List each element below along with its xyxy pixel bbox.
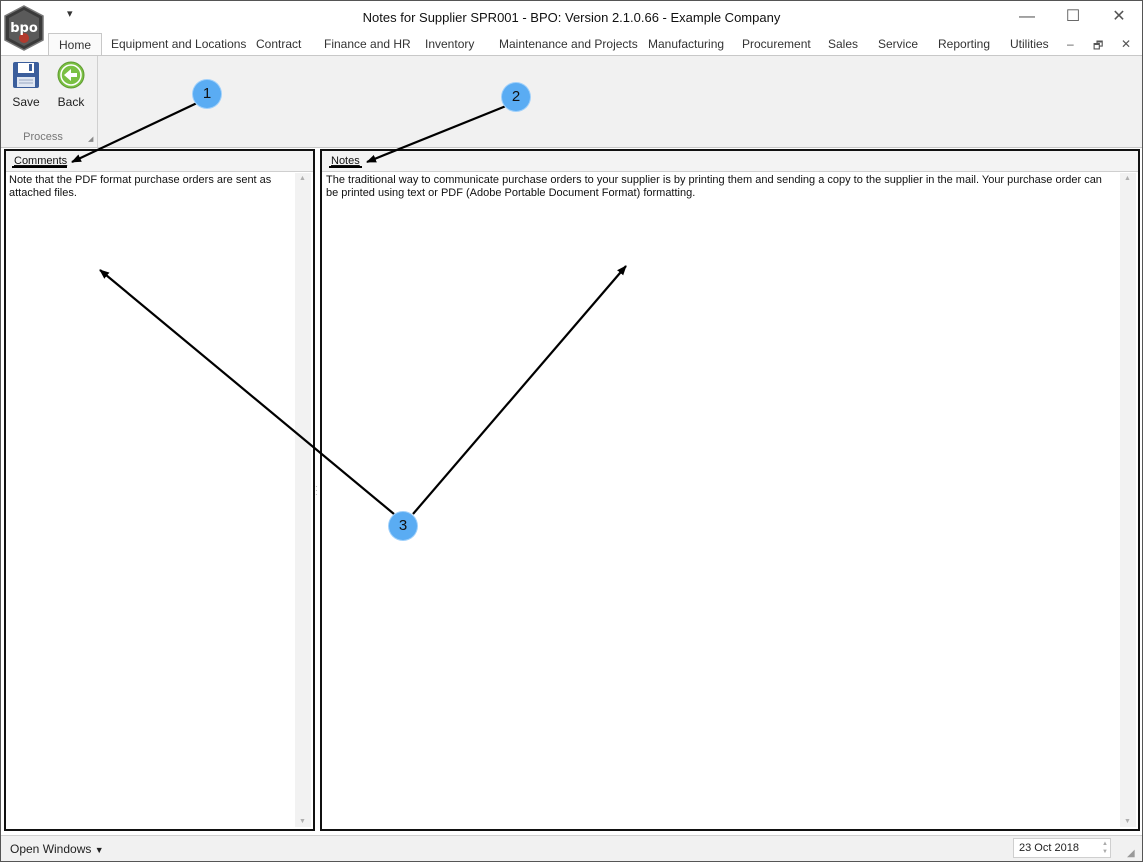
date-value: 23 Oct 2018 [1019, 842, 1079, 854]
back-button[interactable]: Back [51, 60, 91, 109]
window-title: Notes for Supplier SPR001 - BPO: Version… [362, 10, 781, 25]
back-button-label: Back [57, 95, 85, 109]
tab-finance-and-hr[interactable]: Finance and HR [324, 37, 411, 51]
notes-title: Notes [331, 155, 360, 167]
ribbon-tabs: Home Equipment and Locations Contract Fi… [1, 33, 1142, 56]
bpo-logo-icon[interactable]: bpo [3, 5, 45, 51]
ribbon: Save Back Process ◢ [1, 55, 1142, 148]
comments-textarea[interactable]: Note that the PDF format purchase orders… [9, 174, 291, 200]
scroll-up-icon[interactable]: ▲ [1124, 175, 1131, 182]
save-button-label: Save [12, 95, 40, 109]
ribbon-group-label: Process [23, 131, 63, 143]
comments-title: Comments [14, 155, 68, 167]
title-bar: ▾ Notes for Supplier SPR001 - BPO: Versi… [1, 1, 1142, 33]
minimize-button[interactable]: — [1004, 5, 1050, 31]
ribbon-group-process: Save Back Process ◢ [1, 56, 98, 147]
scroll-up-icon[interactable]: ▲ [299, 175, 306, 182]
callout-badge: 1 [193, 80, 221, 108]
chevron-down-icon: ▼ [94, 845, 104, 855]
open-windows-menu[interactable]: Open Windows ▼ [10, 842, 104, 856]
tab-service[interactable]: Service [878, 37, 918, 51]
tab-equipment-and-locations[interactable]: Equipment and Locations [111, 37, 246, 51]
scroll-down-icon[interactable]: ▼ [299, 818, 306, 825]
group-launcher-icon[interactable]: ◢ [88, 135, 93, 143]
resize-grip-icon[interactable]: ◢ [1127, 848, 1135, 859]
tab-home[interactable]: Home [48, 33, 103, 56]
open-windows-label: Open Windows [10, 842, 92, 856]
tab-contract[interactable]: Contract [256, 37, 301, 51]
mdi-minimize-button[interactable]: – [1067, 37, 1074, 51]
status-bar: Open Windows ▼ 23 Oct 2018 ▲ ▼ ◢ [1, 835, 1142, 861]
mdi-restore-button[interactable]: 🗗 [1093, 37, 1103, 56]
comments-panel-header: Comments [6, 151, 313, 172]
app-window: ▾ Notes for Supplier SPR001 - BPO: Versi… [0, 0, 1143, 862]
tab-reporting[interactable]: Reporting [938, 37, 990, 51]
floppy-disk-icon [13, 62, 39, 88]
back-arrow-icon [57, 61, 85, 89]
tab-maintenance-and-projects[interactable]: Maintenance and Projects [499, 37, 638, 51]
notes-panel: Notes The traditional way to communicate… [320, 149, 1140, 831]
tab-manufacturing[interactable]: Manufacturing [648, 37, 724, 51]
notes-panel-header: Notes [322, 151, 1138, 172]
notes-textarea[interactable]: The traditional way to communicate purch… [326, 174, 1116, 200]
date-spinner-icon[interactable]: ▲ ▼ [1102, 840, 1108, 856]
comments-scrollbar[interactable]: ▲ ▼ [295, 173, 311, 827]
maximize-button[interactable]: ☐ [1050, 5, 1096, 31]
close-button[interactable]: ✕ [1096, 5, 1142, 31]
comments-panel: Comments Note that the PDF format purcha… [4, 149, 315, 831]
date-field[interactable]: 23 Oct 2018 ▲ ▼ [1013, 838, 1111, 858]
logo-text: bpo [10, 21, 38, 36]
mdi-close-button[interactable]: ✕ [1121, 37, 1131, 51]
tab-utilities[interactable]: Utilities [1010, 37, 1049, 51]
callout-badge: 3 [389, 512, 417, 540]
notes-scrollbar[interactable]: ▲ ▼ [1120, 173, 1136, 827]
tab-procurement[interactable]: Procurement [742, 37, 811, 51]
panel-splitter[interactable]: · · · [315, 483, 319, 499]
scroll-down-icon[interactable]: ▼ [1124, 818, 1131, 825]
callout-badge: 2 [502, 83, 530, 111]
save-button[interactable]: Save [6, 60, 46, 109]
tab-sales[interactable]: Sales [828, 37, 858, 51]
tab-inventory[interactable]: Inventory [425, 37, 474, 51]
